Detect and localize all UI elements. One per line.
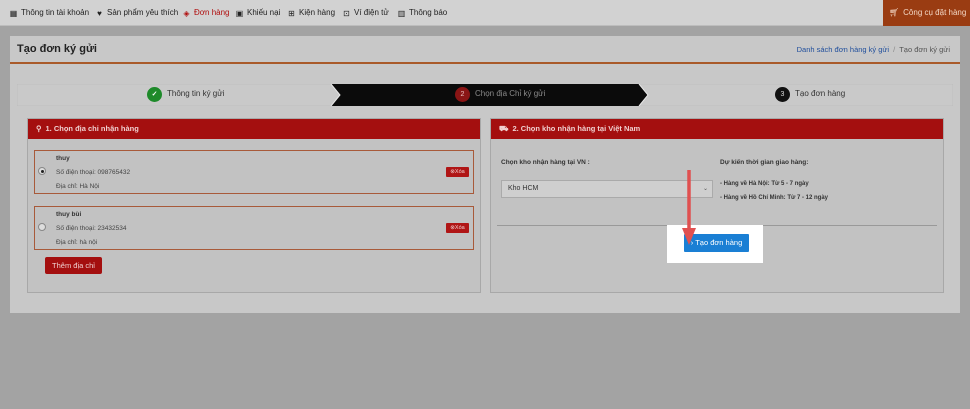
nav-item-label: Ví điện tử — [354, 8, 389, 17]
eta-hcm: - Hàng về Hồ Chí Minh: Từ 7 - 12 ngày — [720, 195, 829, 201]
step-number: 3 — [775, 87, 790, 102]
warehouse-selected-value: Kho HCM — [508, 185, 539, 192]
nav-item-notifications[interactable]: ▥ Thông báo — [397, 0, 448, 26]
address-phone: Số điện thoại: 098765432 — [56, 169, 131, 176]
breadcrumb-separator: / — [893, 45, 896, 54]
address-option[interactable]: thuy Số điện thoại: 098765432 Địa chỉ: H… — [34, 150, 474, 194]
warehouse-select-label: Chọn kho nhận hàng tại VN : — [501, 159, 590, 166]
nav-item-label: Đơn hàng — [194, 8, 230, 17]
book-icon: ▥ — [397, 8, 406, 18]
wallet-icon: ⊡ — [343, 8, 350, 18]
breadcrumb: Danh sách đơn hàng ký gửi / Tạo đơn ký gửi — [797, 45, 950, 54]
eta-title: Dự kiến thời gian giao hàng: — [720, 159, 809, 166]
grid-icon: ▦ — [9, 8, 18, 18]
step-label: Tạo đơn hàng — [795, 89, 846, 98]
eta-hanoi: - Hàng về Hà Nội: Từ 5 - 7 ngày — [720, 181, 809, 187]
nav-item-complaints[interactable]: ▣ Khiếu nại — [235, 0, 281, 26]
address-card: ⚲ 1. Chọn địa chỉ nhận hàng thuy Số điện… — [27, 118, 481, 293]
address-card-title: 1. Chọn địa chỉ nhận hàng — [45, 124, 139, 133]
warehouse-card: ⛟ 2. Chọn kho nhận hàng tại Việt Nam Chọ… — [490, 118, 944, 293]
address-radio[interactable] — [38, 167, 46, 175]
address-name: thuy bùi — [56, 211, 82, 218]
nav-item-label: Khiếu nại — [247, 8, 281, 17]
heart-icon: ♥ — [97, 8, 102, 18]
address-phone: Số điện thoại: 23432534 — [56, 225, 127, 232]
breadcrumb-current: Tạo đơn ký gửi — [899, 45, 950, 54]
address-card-header: ⚲ 1. Chọn địa chỉ nhận hàng — [28, 119, 480, 139]
step-label: Thông tin ký gửi — [167, 89, 225, 98]
nav-item-label: Kiện hàng — [299, 8, 336, 17]
chevron-down-icon: ⌄ — [702, 186, 708, 192]
warehouse-card-header: ⛟ 2. Chọn kho nhận hàng tại Việt Nam — [491, 119, 943, 139]
top-nav: ▦ Thông tin tài khoản ♥ Sản phẩm yêu thí… — [0, 0, 970, 26]
breadcrumb-link[interactable]: Danh sách đơn hàng ký gửi — [797, 45, 890, 54]
main-panel: Tạo đơn ký gửi Danh sách đơn hàng ký gửi… — [10, 36, 960, 313]
address-name: thuy — [56, 155, 70, 162]
address-location: Địa chỉ: hà nội — [56, 239, 98, 246]
page-title: Tạo đơn ký gửi — [17, 43, 97, 55]
annotation-arrow-icon — [682, 170, 696, 245]
nav-item-label: Thông báo — [409, 8, 448, 17]
create-order-label: Tạo đơn hàng — [695, 238, 743, 247]
warehouse-card-title: 2. Chọn kho nhận hàng tại Việt Nam — [512, 124, 641, 133]
layers-icon: ◈ — [183, 8, 190, 18]
box-icon: ⊞ — [288, 8, 295, 18]
step-label: Chọn địa Chỉ ký gửi — [475, 89, 546, 98]
nav-item-orders[interactable]: ◈ Đơn hàng — [182, 0, 230, 26]
nav-item-label: Sản phẩm yêu thích — [107, 8, 179, 17]
address-location: Địa chỉ: Hà Nội — [56, 183, 100, 190]
nav-item-label: Thông tin tài khoản — [21, 8, 90, 17]
address-option[interactable]: thuy bùi Số điện thoại: 23432534 Địa chỉ… — [34, 206, 474, 250]
delete-address-button[interactable]: ⊗Xóa — [446, 223, 469, 233]
page-header: Tạo đơn ký gửi Danh sách đơn hàng ký gửi… — [10, 36, 960, 64]
delete-address-button[interactable]: ⊗Xóa — [446, 167, 469, 177]
add-address-button[interactable]: Thêm địa chỉ — [45, 257, 102, 274]
delete-label: Xóa — [454, 225, 465, 231]
address-radio[interactable] — [38, 223, 46, 231]
check-icon: ✓ — [147, 87, 162, 102]
cart-icon: 🛒︎ — [889, 8, 900, 17]
comment-icon: ▣ — [235, 8, 244, 18]
step-number: 2 — [455, 87, 470, 102]
order-tool-label: Công cụ đặt hàng — [903, 8, 967, 17]
nav-item-packages[interactable]: ⊞ Kiện hàng — [287, 0, 335, 26]
progress-steps: ✓ Thông tin ký gửi 2 Chọn địa Chỉ ký gửi… — [17, 84, 953, 106]
truck-icon: ⛟ — [499, 124, 509, 133]
map-pin-icon: ⚲ — [36, 124, 42, 133]
delete-label: Xóa — [454, 169, 465, 175]
nav-item-account[interactable]: ▦ Thông tin tài khoản — [9, 0, 89, 26]
nav-item-wallet[interactable]: ⊡ Ví điện tử — [342, 0, 389, 26]
nav-item-favorites[interactable]: ♥ Sản phẩm yêu thích — [95, 0, 178, 26]
order-tool-button[interactable]: 🛒︎ Công cụ đặt hàng — [883, 0, 970, 26]
